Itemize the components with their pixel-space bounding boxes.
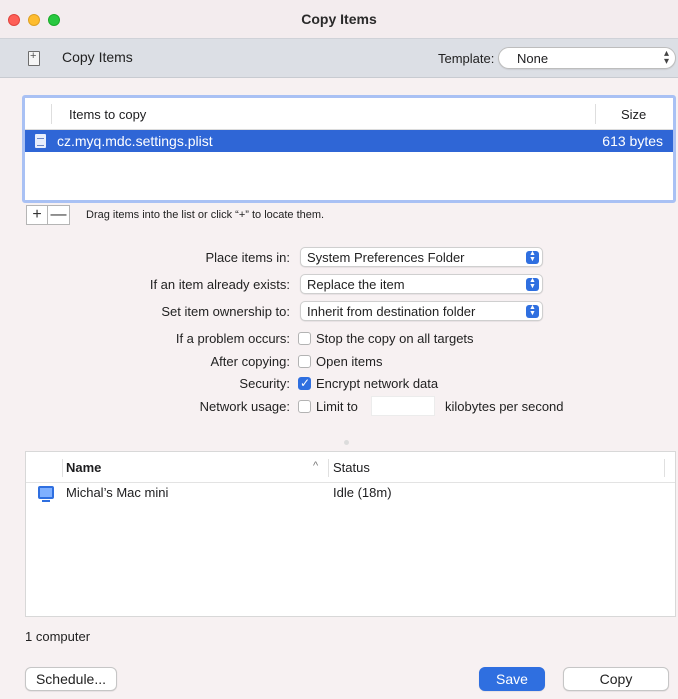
limit-to-checkbox[interactable] [298, 400, 311, 413]
item-exists-label: If an item already exists: [149, 277, 290, 292]
template-label: Template: [438, 51, 495, 66]
encrypt-checkbox[interactable] [298, 376, 311, 390]
column-divider [51, 104, 52, 124]
drag-hint-text: Drag items into the list or click “+” to… [86, 209, 325, 221]
minimize-window-button[interactable] [28, 14, 40, 26]
title-bar: Copy Items [0, 0, 678, 38]
column-divider [595, 104, 596, 124]
open-items-checkbox[interactable] [298, 355, 311, 368]
stop-copy-label[interactable]: Stop the copy on all targets [316, 331, 474, 346]
column-header-name[interactable]: Name [66, 460, 101, 475]
copy-items-task-icon [28, 50, 40, 66]
place-items-value: System Preferences Folder [307, 250, 465, 265]
copy-items-window: Copy Items Copy Items Template: None ▴▾ … [0, 0, 678, 699]
computer-count: 1 computer [25, 629, 91, 644]
column-header-items[interactable]: Items to copy [69, 107, 146, 122]
popup-chevron-icon: ▲ ▼ [526, 277, 539, 291]
template-select[interactable]: None ▴ ▾ [498, 47, 676, 69]
save-button[interactable]: Save [479, 667, 545, 691]
close-window-button[interactable] [8, 14, 20, 26]
after-copying-label: After copying: [210, 354, 291, 369]
target-computers-table[interactable]: Name ^ Status Michal’s Mac mini Idle (18… [25, 451, 676, 617]
task-title: Copy Items [62, 49, 133, 65]
add-remove-controls: + — [26, 205, 70, 225]
security-label: Security: [239, 376, 290, 391]
ownership-label: Set item ownership to: [161, 304, 290, 319]
bandwidth-units-label: kilobytes per second [445, 399, 564, 414]
popup-chevron-icon: ▲ ▼ [526, 250, 539, 264]
computer-name: Michal’s Mac mini [66, 485, 169, 500]
template-select-value: None [517, 51, 549, 66]
zoom-window-button[interactable] [48, 14, 60, 26]
column-header-size[interactable]: Size [621, 107, 646, 122]
items-to-copy-table[interactable]: Items to copy Size cz.myq.mdc.settings.p… [22, 95, 676, 203]
column-header-status[interactable]: Status [333, 460, 370, 475]
table-row[interactable]: Michal’s Mac mini Idle (18m) [26, 483, 675, 503]
copy-button[interactable]: Copy [563, 667, 669, 691]
item-exists-popup[interactable]: Replace the item ▲ ▼ [300, 274, 543, 294]
item-size: 613 bytes [602, 133, 663, 149]
network-usage-label: Network usage: [199, 399, 290, 414]
limit-to-label[interactable]: Limit to [316, 399, 358, 414]
sort-ascending-icon: ^ [313, 460, 319, 472]
table-row[interactable]: cz.myq.mdc.settings.plist 613 bytes [25, 130, 673, 152]
task-header: Copy Items Template: None ▴▾ [0, 38, 678, 78]
plist-file-icon [35, 134, 46, 148]
window-controls [8, 14, 60, 26]
popup-chevron-icon: ▲ ▼ [526, 304, 539, 318]
ownership-value: Inherit from destination folder [307, 304, 476, 319]
item-name: cz.myq.mdc.settings.plist [57, 133, 213, 149]
place-items-popup[interactable]: System Preferences Folder ▲ ▼ [300, 247, 543, 267]
computer-status: Idle (18m) [333, 485, 392, 500]
encrypt-label[interactable]: Encrypt network data [316, 376, 438, 391]
column-divider [664, 459, 665, 477]
remove-item-button[interactable]: — [48, 205, 70, 225]
schedule-button[interactable]: Schedule... [25, 667, 117, 691]
item-exists-value: Replace the item [307, 277, 405, 292]
place-items-label: Place items in: [205, 250, 290, 265]
window-title: Copy Items [301, 11, 377, 27]
column-divider [62, 459, 63, 477]
computer-icon [38, 486, 54, 502]
up-down-chevron-icon: ▴ ▾ [663, 48, 669, 67]
ownership-popup[interactable]: Inherit from destination folder ▲ ▼ [300, 301, 543, 321]
open-items-label[interactable]: Open items [316, 354, 382, 369]
bandwidth-limit-input[interactable] [371, 396, 435, 416]
stop-copy-checkbox[interactable] [298, 332, 311, 345]
items-table-header: Items to copy Size [25, 98, 673, 130]
add-item-button[interactable]: + [26, 205, 48, 225]
split-view-handle[interactable] [344, 440, 349, 445]
column-divider [328, 459, 329, 477]
problem-label: If a problem occurs: [175, 331, 290, 346]
computers-table-header: Name ^ Status [26, 452, 675, 483]
